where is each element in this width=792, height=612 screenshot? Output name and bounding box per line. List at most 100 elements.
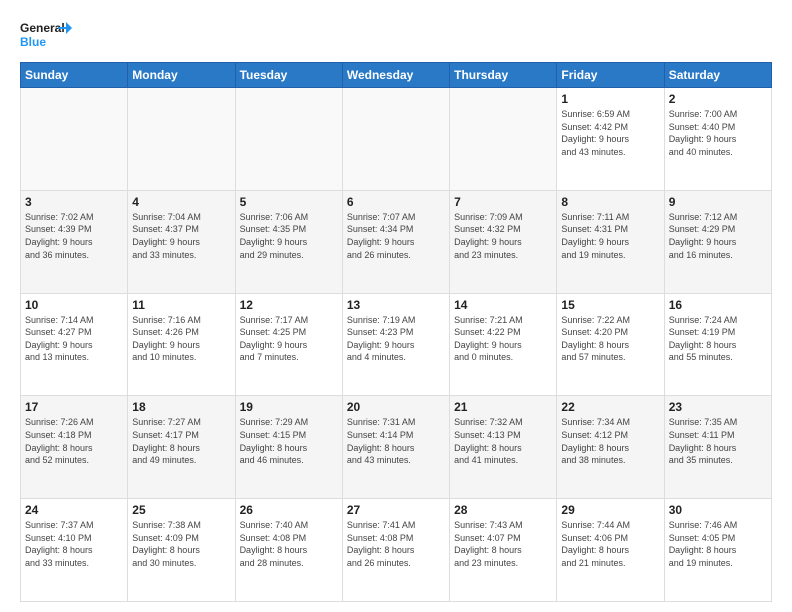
day-info: Sunrise: 7:24 AM Sunset: 4:19 PM Dayligh… bbox=[669, 314, 767, 364]
day-number: 26 bbox=[240, 503, 338, 517]
svg-text:General: General bbox=[20, 21, 65, 35]
calendar-cell: 25 Sunrise: 7:38 AM Sunset: 4:09 PM Dayli… bbox=[128, 499, 235, 602]
day-info: Sunrise: 7:04 AM Sunset: 4:37 PM Dayligh… bbox=[132, 211, 230, 261]
day-number: 3 bbox=[25, 195, 123, 209]
calendar-cell: 1 Sunrise: 6:59 AM Sunset: 4:42 PM Daylig… bbox=[557, 88, 664, 191]
day-info: Sunrise: 7:32 AM Sunset: 4:13 PM Dayligh… bbox=[454, 416, 552, 466]
day-info: Sunrise: 7:11 AM Sunset: 4:31 PM Dayligh… bbox=[561, 211, 659, 261]
calendar-cell: 30 Sunrise: 7:46 AM Sunset: 4:05 PM Dayli… bbox=[664, 499, 771, 602]
calendar: SundayMondayTuesdayWednesdayThursdayFrid… bbox=[20, 62, 772, 602]
day-info: Sunrise: 7:02 AM Sunset: 4:39 PM Dayligh… bbox=[25, 211, 123, 261]
day-number: 9 bbox=[669, 195, 767, 209]
day-info: Sunrise: 7:35 AM Sunset: 4:11 PM Dayligh… bbox=[669, 416, 767, 466]
calendar-cell bbox=[128, 88, 235, 191]
day-number: 19 bbox=[240, 400, 338, 414]
calendar-cell: 4 Sunrise: 7:04 AM Sunset: 4:37 PM Daylig… bbox=[128, 190, 235, 293]
day-number: 28 bbox=[454, 503, 552, 517]
weekday-header: Monday bbox=[128, 63, 235, 88]
day-number: 25 bbox=[132, 503, 230, 517]
day-info: Sunrise: 7:07 AM Sunset: 4:34 PM Dayligh… bbox=[347, 211, 445, 261]
calendar-cell: 19 Sunrise: 7:29 AM Sunset: 4:15 PM Dayli… bbox=[235, 396, 342, 499]
day-info: Sunrise: 7:19 AM Sunset: 4:23 PM Dayligh… bbox=[347, 314, 445, 364]
day-info: Sunrise: 7:38 AM Sunset: 4:09 PM Dayligh… bbox=[132, 519, 230, 569]
calendar-cell: 28 Sunrise: 7:43 AM Sunset: 4:07 PM Dayli… bbox=[450, 499, 557, 602]
day-number: 2 bbox=[669, 92, 767, 106]
logo-svg: General Blue bbox=[20, 16, 72, 54]
day-info: Sunrise: 7:29 AM Sunset: 4:15 PM Dayligh… bbox=[240, 416, 338, 466]
day-number: 11 bbox=[132, 298, 230, 312]
day-number: 15 bbox=[561, 298, 659, 312]
calendar-cell: 26 Sunrise: 7:40 AM Sunset: 4:08 PM Dayli… bbox=[235, 499, 342, 602]
day-info: Sunrise: 7:31 AM Sunset: 4:14 PM Dayligh… bbox=[347, 416, 445, 466]
svg-text:Blue: Blue bbox=[20, 35, 46, 49]
day-number: 20 bbox=[347, 400, 445, 414]
day-info: Sunrise: 7:17 AM Sunset: 4:25 PM Dayligh… bbox=[240, 314, 338, 364]
header: General Blue bbox=[20, 16, 772, 54]
calendar-cell: 27 Sunrise: 7:41 AM Sunset: 4:08 PM Dayli… bbox=[342, 499, 449, 602]
calendar-cell: 12 Sunrise: 7:17 AM Sunset: 4:25 PM Dayli… bbox=[235, 293, 342, 396]
calendar-cell: 6 Sunrise: 7:07 AM Sunset: 4:34 PM Daylig… bbox=[342, 190, 449, 293]
calendar-cell: 15 Sunrise: 7:22 AM Sunset: 4:20 PM Dayli… bbox=[557, 293, 664, 396]
calendar-cell: 3 Sunrise: 7:02 AM Sunset: 4:39 PM Daylig… bbox=[21, 190, 128, 293]
weekday-header: Sunday bbox=[21, 63, 128, 88]
calendar-cell: 5 Sunrise: 7:06 AM Sunset: 4:35 PM Daylig… bbox=[235, 190, 342, 293]
day-number: 17 bbox=[25, 400, 123, 414]
day-info: Sunrise: 7:40 AM Sunset: 4:08 PM Dayligh… bbox=[240, 519, 338, 569]
calendar-cell: 23 Sunrise: 7:35 AM Sunset: 4:11 PM Dayli… bbox=[664, 396, 771, 499]
day-number: 30 bbox=[669, 503, 767, 517]
day-number: 4 bbox=[132, 195, 230, 209]
calendar-cell bbox=[450, 88, 557, 191]
day-number: 16 bbox=[669, 298, 767, 312]
day-info: Sunrise: 7:43 AM Sunset: 4:07 PM Dayligh… bbox=[454, 519, 552, 569]
day-info: Sunrise: 7:21 AM Sunset: 4:22 PM Dayligh… bbox=[454, 314, 552, 364]
day-number: 27 bbox=[347, 503, 445, 517]
calendar-cell: 22 Sunrise: 7:34 AM Sunset: 4:12 PM Dayli… bbox=[557, 396, 664, 499]
calendar-cell: 20 Sunrise: 7:31 AM Sunset: 4:14 PM Dayli… bbox=[342, 396, 449, 499]
calendar-cell: 21 Sunrise: 7:32 AM Sunset: 4:13 PM Dayli… bbox=[450, 396, 557, 499]
day-number: 21 bbox=[454, 400, 552, 414]
day-number: 10 bbox=[25, 298, 123, 312]
calendar-cell: 17Sunrise: 7:26 AM Sunset: 4:18 PM Dayli… bbox=[21, 396, 128, 499]
day-info: Sunrise: 7:44 AM Sunset: 4:06 PM Dayligh… bbox=[561, 519, 659, 569]
day-info: Sunrise: 7:14 AM Sunset: 4:27 PM Dayligh… bbox=[25, 314, 123, 364]
calendar-cell: 7 Sunrise: 7:09 AM Sunset: 4:32 PM Daylig… bbox=[450, 190, 557, 293]
day-number: 8 bbox=[561, 195, 659, 209]
calendar-cell bbox=[21, 88, 128, 191]
day-info: Sunrise: 7:41 AM Sunset: 4:08 PM Dayligh… bbox=[347, 519, 445, 569]
day-info: Sunrise: 7:09 AM Sunset: 4:32 PM Dayligh… bbox=[454, 211, 552, 261]
weekday-header: Friday bbox=[557, 63, 664, 88]
day-info: Sunrise: 7:12 AM Sunset: 4:29 PM Dayligh… bbox=[669, 211, 767, 261]
day-number: 18 bbox=[132, 400, 230, 414]
day-number: 29 bbox=[561, 503, 659, 517]
calendar-cell bbox=[235, 88, 342, 191]
weekday-header: Tuesday bbox=[235, 63, 342, 88]
day-info: Sunrise: 7:27 AM Sunset: 4:17 PM Dayligh… bbox=[132, 416, 230, 466]
calendar-cell: 14Sunrise: 7:21 AM Sunset: 4:22 PM Dayli… bbox=[450, 293, 557, 396]
page: General Blue SundayMondayTuesdayWednesda… bbox=[0, 0, 792, 612]
weekday-header: Thursday bbox=[450, 63, 557, 88]
day-number: 7 bbox=[454, 195, 552, 209]
calendar-cell: 10 Sunrise: 7:14 AM Sunset: 4:27 PM Dayli… bbox=[21, 293, 128, 396]
calendar-cell: 16 Sunrise: 7:24 AM Sunset: 4:19 PM Dayli… bbox=[664, 293, 771, 396]
calendar-cell: 2 Sunrise: 7:00 AM Sunset: 4:40 PM Daylig… bbox=[664, 88, 771, 191]
day-info: Sunrise: 7:22 AM Sunset: 4:20 PM Dayligh… bbox=[561, 314, 659, 364]
day-number: 24 bbox=[25, 503, 123, 517]
day-info: Sunrise: 6:59 AM Sunset: 4:42 PM Dayligh… bbox=[561, 108, 659, 158]
calendar-cell: 8 Sunrise: 7:11 AM Sunset: 4:31 PM Daylig… bbox=[557, 190, 664, 293]
day-number: 1 bbox=[561, 92, 659, 106]
day-number: 22 bbox=[561, 400, 659, 414]
calendar-cell: 18 Sunrise: 7:27 AM Sunset: 4:17 PM Dayli… bbox=[128, 396, 235, 499]
day-info: Sunrise: 7:00 AM Sunset: 4:40 PM Dayligh… bbox=[669, 108, 767, 158]
day-number: 23 bbox=[669, 400, 767, 414]
day-info: Sunrise: 7:34 AM Sunset: 4:12 PM Dayligh… bbox=[561, 416, 659, 466]
day-info: Sunrise: 7:46 AM Sunset: 4:05 PM Dayligh… bbox=[669, 519, 767, 569]
day-info: Sunrise: 7:16 AM Sunset: 4:26 PM Dayligh… bbox=[132, 314, 230, 364]
logo: General Blue bbox=[20, 16, 72, 54]
day-number: 6 bbox=[347, 195, 445, 209]
day-number: 5 bbox=[240, 195, 338, 209]
day-info: Sunrise: 7:06 AM Sunset: 4:35 PM Dayligh… bbox=[240, 211, 338, 261]
calendar-cell: 29 Sunrise: 7:44 AM Sunset: 4:06 PM Dayli… bbox=[557, 499, 664, 602]
day-number: 12 bbox=[240, 298, 338, 312]
day-number: 13 bbox=[347, 298, 445, 312]
calendar-cell: 24Sunrise: 7:37 AM Sunset: 4:10 PM Dayli… bbox=[21, 499, 128, 602]
